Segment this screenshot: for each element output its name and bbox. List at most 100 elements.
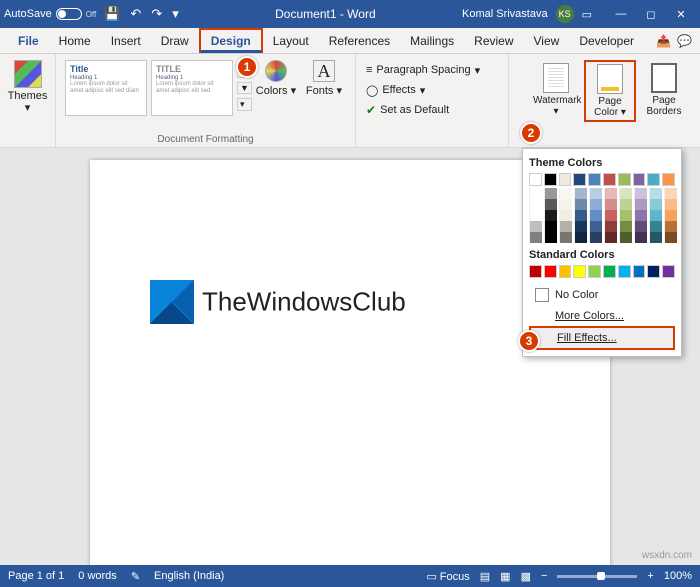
color-swatch[interactable] <box>529 199 542 210</box>
color-swatch[interactable] <box>662 265 675 278</box>
color-swatch[interactable] <box>574 199 587 210</box>
color-swatch[interactable] <box>529 221 542 232</box>
color-swatch[interactable] <box>544 221 557 232</box>
color-swatch[interactable] <box>573 173 586 186</box>
share-icon[interactable]: 📤 <box>656 34 671 48</box>
redo-icon[interactable]: ↷ <box>151 6 162 22</box>
color-swatch[interactable] <box>604 221 617 232</box>
tab-file[interactable]: File <box>8 28 49 53</box>
tab-home[interactable]: Home <box>49 28 101 53</box>
status-page[interactable]: Page 1 of 1 <box>8 570 64 582</box>
color-swatch[interactable] <box>618 173 631 186</box>
color-swatch[interactable] <box>544 232 557 243</box>
color-swatch[interactable] <box>603 265 616 278</box>
colors-button[interactable]: Colors ▾ <box>252 56 300 116</box>
color-swatch[interactable] <box>574 188 587 199</box>
color-swatch[interactable] <box>634 188 647 199</box>
paragraph-spacing-button[interactable]: ≡Paragraph Spacing ▾ <box>366 60 502 80</box>
color-swatch[interactable] <box>662 173 675 186</box>
fonts-button[interactable]: A Fonts ▾ <box>300 56 348 116</box>
more-colors-item[interactable]: More Colors... <box>529 306 675 326</box>
color-swatch[interactable] <box>604 210 617 221</box>
toggle-icon[interactable] <box>56 8 82 20</box>
comments-icon[interactable]: 💬 <box>677 34 692 48</box>
tab-review[interactable]: Review <box>464 28 523 53</box>
watermark-button[interactable]: Watermark ▾ <box>530 60 582 122</box>
fill-effects-item[interactable]: Fill Effects... <box>529 326 675 350</box>
color-swatch[interactable] <box>544 188 557 199</box>
themes-button[interactable]: Themes ▾ <box>6 56 50 114</box>
color-swatch[interactable] <box>647 173 660 186</box>
color-swatch[interactable] <box>544 199 557 210</box>
ribbon-options-icon[interactable]: ▭ <box>582 8 592 21</box>
set-default-button[interactable]: ✔Set as Default <box>366 100 502 120</box>
style-gallery-more-icon[interactable]: ▾ <box>237 98 252 111</box>
color-swatch[interactable] <box>634 210 647 221</box>
color-swatch[interactable] <box>664 188 677 199</box>
tab-developer[interactable]: Developer <box>569 28 644 53</box>
maximize-button[interactable]: ◻ <box>636 4 666 24</box>
style-set-thumb[interactable]: TITLE Heading 1 Lorem ipsum dolor sit am… <box>151 60 233 116</box>
color-swatch[interactable] <box>529 173 542 186</box>
color-swatch[interactable] <box>544 265 557 278</box>
color-swatch[interactable] <box>633 265 646 278</box>
color-swatch[interactable] <box>634 221 647 232</box>
close-button[interactable]: ✕ <box>666 4 696 24</box>
color-swatch[interactable] <box>647 265 660 278</box>
qat-dropdown-icon[interactable]: ▾ <box>172 6 179 22</box>
color-swatch[interactable] <box>649 210 662 221</box>
color-swatch[interactable] <box>604 199 617 210</box>
status-focus[interactable]: ▭ Focus <box>426 570 469 583</box>
color-swatch[interactable] <box>559 232 572 243</box>
page-borders-button[interactable]: Page Borders <box>638 60 690 122</box>
color-swatch[interactable] <box>588 173 601 186</box>
color-swatch[interactable] <box>529 265 542 278</box>
tab-design[interactable]: Design <box>199 28 263 53</box>
color-swatch[interactable] <box>529 188 542 199</box>
tab-insert[interactable]: Insert <box>101 28 151 53</box>
color-swatch[interactable] <box>559 188 572 199</box>
color-swatch[interactable] <box>619 232 632 243</box>
color-swatch[interactable] <box>529 232 542 243</box>
zoom-value[interactable]: 100% <box>664 570 692 582</box>
autosave-toggle[interactable]: AutoSave Off <box>4 8 96 20</box>
color-swatch[interactable] <box>649 199 662 210</box>
color-swatch[interactable] <box>604 188 617 199</box>
tab-references[interactable]: References <box>319 28 400 53</box>
color-swatch[interactable] <box>634 199 647 210</box>
style-set-thumb[interactable]: Title Heading 1 Lorem ipsum dolor sit am… <box>65 60 147 116</box>
color-swatch[interactable] <box>559 199 572 210</box>
color-swatch[interactable] <box>619 221 632 232</box>
minimize-button[interactable]: — <box>606 4 636 24</box>
color-swatch[interactable] <box>574 232 587 243</box>
zoom-out-icon[interactable]: − <box>541 570 547 582</box>
avatar[interactable]: KS <box>556 5 574 23</box>
color-swatch[interactable] <box>664 210 677 221</box>
color-swatch[interactable] <box>559 173 572 186</box>
color-swatch[interactable] <box>619 188 632 199</box>
color-swatch[interactable] <box>559 210 572 221</box>
color-swatch[interactable] <box>559 221 572 232</box>
effects-button[interactable]: ◯Effects ▾ <box>366 80 502 100</box>
view-web-icon[interactable]: ▩ <box>521 570 531 583</box>
color-swatch[interactable] <box>649 232 662 243</box>
color-swatch[interactable] <box>573 265 586 278</box>
user-name[interactable]: Komal Srivastava <box>462 8 548 20</box>
color-swatch[interactable] <box>664 232 677 243</box>
color-swatch[interactable] <box>664 199 677 210</box>
page-color-button[interactable]: Page Color ▾ <box>584 60 636 122</box>
color-swatch[interactable] <box>529 210 542 221</box>
color-swatch[interactable] <box>589 210 602 221</box>
color-swatch[interactable] <box>589 188 602 199</box>
color-swatch[interactable] <box>544 173 557 186</box>
color-swatch[interactable] <box>574 221 587 232</box>
status-words[interactable]: 0 words <box>78 570 117 582</box>
view-read-icon[interactable]: ▤ <box>480 570 490 583</box>
color-swatch[interactable] <box>589 199 602 210</box>
undo-icon[interactable]: ↶ <box>130 6 141 22</box>
color-swatch[interactable] <box>559 265 572 278</box>
tab-draw[interactable]: Draw <box>151 28 199 53</box>
tab-layout[interactable]: Layout <box>263 28 319 53</box>
status-language[interactable]: English (India) <box>154 570 224 582</box>
color-swatch[interactable] <box>634 232 647 243</box>
